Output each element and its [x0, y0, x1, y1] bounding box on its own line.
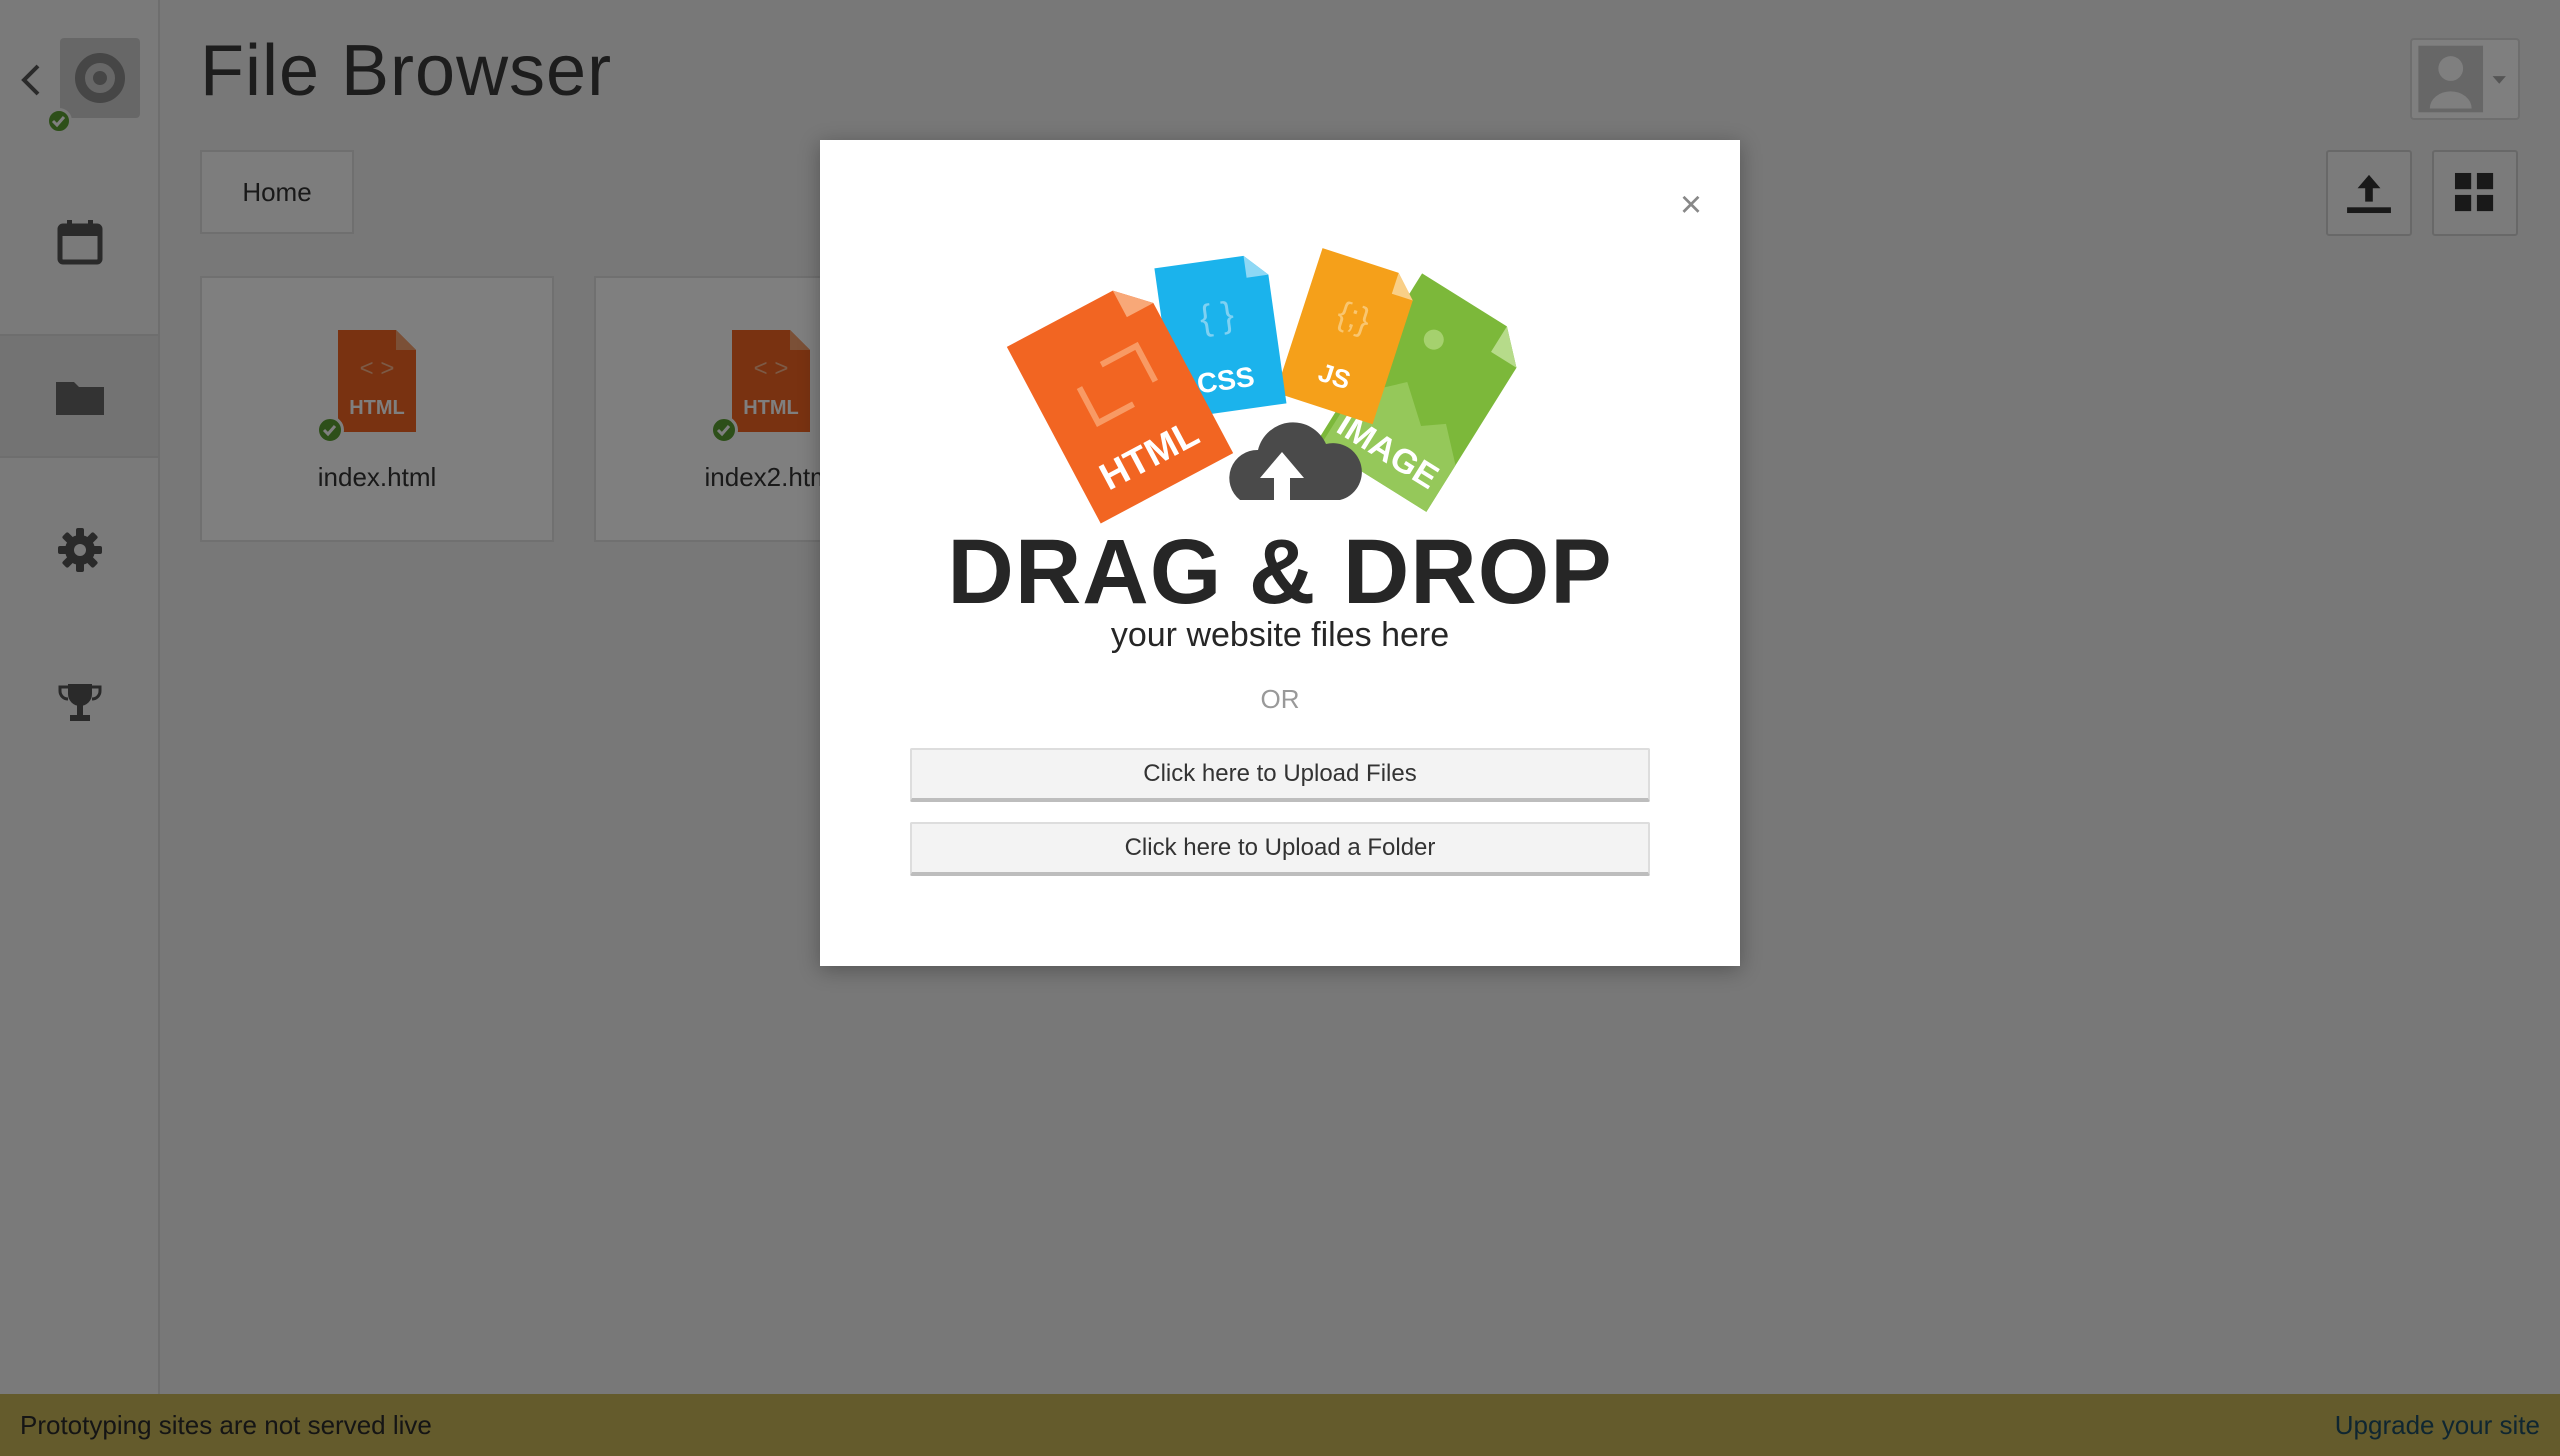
upload-folder-button[interactable]: Click here to Upload a Folder: [910, 822, 1650, 876]
drag-drop-heading: DRAG & DROP: [947, 521, 1613, 623]
upload-modal: × IMAGE {;} JS { } CSS HTML DRAG & DROP …: [820, 140, 1740, 966]
svg-text:{ }: { }: [1197, 293, 1236, 338]
drag-drop-subheading: your website files here: [1110, 616, 1450, 654]
upload-files-button[interactable]: Click here to Upload Files: [910, 748, 1650, 802]
or-divider-label: OR: [1260, 684, 1300, 714]
close-icon[interactable]: ×: [1676, 186, 1706, 224]
